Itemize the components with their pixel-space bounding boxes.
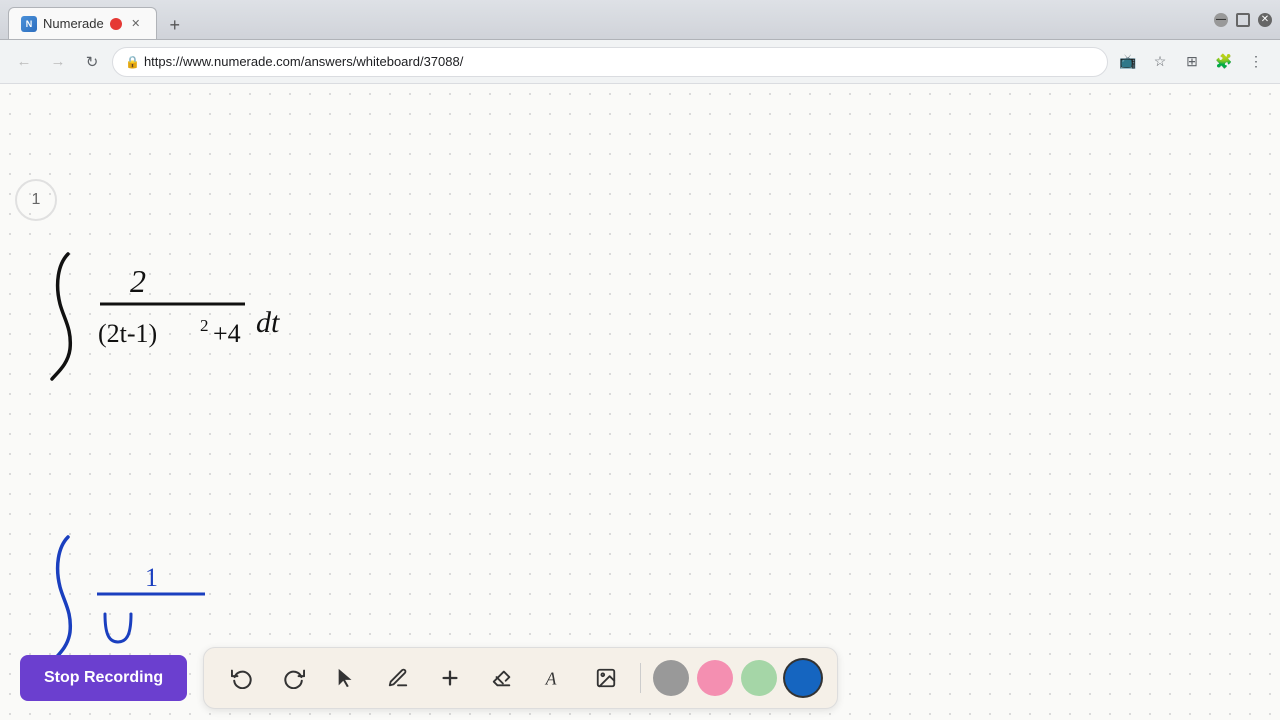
toolbar-divider [640,663,641,693]
whiteboard-drawings: 2 (2t-1) 2 +4 dt 1 [0,84,1280,720]
add-button[interactable] [428,656,472,700]
tab-close-button[interactable]: ✕ [128,16,144,32]
lock-icon: 🔒 [125,55,140,69]
undo-button[interactable] [220,656,264,700]
browser-toolbar: ← → ↻ 🔒 https://www.numerade.com/answers… [0,40,1280,84]
address-bar[interactable]: 🔒 https://www.numerade.com/answers/white… [112,47,1108,77]
extension-button[interactable]: 🧩 [1210,48,1238,76]
browser-titlebar: N Numerade ✕ + — ✕ [0,0,1280,40]
drawing-toolbar: A [203,647,838,709]
url-text: https://www.numerade.com/answers/whitebo… [144,54,463,69]
sidebar-button[interactable]: ⊞ [1178,48,1206,76]
eraser-button[interactable] [480,656,524,700]
recording-indicator [110,18,122,30]
select-tool-button[interactable] [324,656,368,700]
image-tool-button[interactable] [584,656,628,700]
whiteboard[interactable]: 1 2 (2t-1) 2 +4 dt 1 [0,84,1280,720]
menu-button[interactable]: ⋮ [1242,48,1270,76]
reload-button[interactable]: ↻ [78,48,106,76]
tab-title: Numerade [43,16,104,31]
svg-text:1: 1 [145,563,158,592]
bookmark-button[interactable]: ☆ [1146,48,1174,76]
svg-text:dt: dt [256,306,280,339]
svg-text:2: 2 [130,263,146,299]
forward-button[interactable]: → [44,48,72,76]
color-blue[interactable] [785,660,821,696]
svg-text:(2t-1): (2t-1) [98,319,157,348]
close-button[interactable]: ✕ [1258,13,1272,27]
toolbar-actions: 📺 ☆ ⊞ 🧩 ⋮ [1114,48,1270,76]
tab-bar: N Numerade ✕ + [8,0,189,39]
new-tab-button[interactable]: + [161,11,189,39]
tab-favicon: N [21,16,37,32]
svg-text:A: A [545,668,557,688]
minimize-button[interactable]: — [1214,13,1228,27]
cast-button[interactable]: 📺 [1114,48,1142,76]
svg-text:+4: +4 [213,319,241,348]
stop-recording-button[interactable]: Stop Recording [20,655,187,701]
back-button[interactable]: ← [10,48,38,76]
svg-text:2: 2 [200,316,209,335]
pencil-tool-button[interactable] [376,656,420,700]
page-number: 1 [15,179,57,221]
color-green[interactable] [741,660,777,696]
active-tab[interactable]: N Numerade ✕ [8,7,157,39]
text-tool-button[interactable]: A [532,656,576,700]
bottom-toolbar-container: Stop Recording [0,635,1280,720]
redo-button[interactable] [272,656,316,700]
browser-frame: N Numerade ✕ + — ✕ ← → ↻ 🔒 https://www.n… [0,0,1280,720]
color-pink[interactable] [697,660,733,696]
maximize-button[interactable] [1236,13,1250,27]
color-gray[interactable] [653,660,689,696]
